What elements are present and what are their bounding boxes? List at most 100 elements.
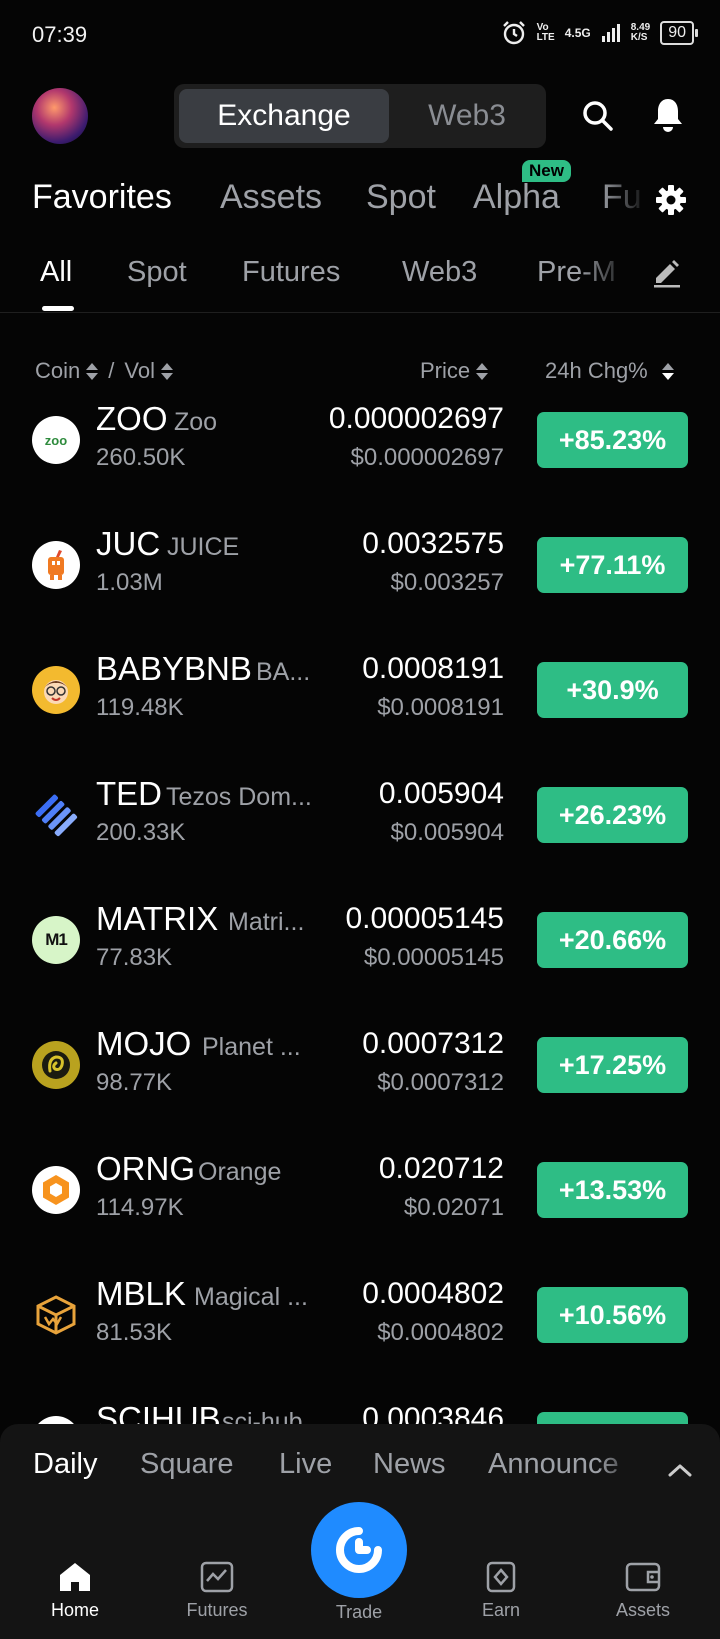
- subtab-futures[interactable]: Futures: [242, 256, 340, 289]
- tabs-fade: [600, 176, 648, 224]
- nav-earn[interactable]: Earn: [446, 1560, 556, 1621]
- mblk-coin-icon: [32, 1291, 80, 1339]
- sort-icon: [160, 362, 173, 380]
- search-icon[interactable]: [578, 96, 618, 136]
- col-header-change[interactable]: 24h Chg%: [545, 358, 674, 384]
- zoo-coin-icon: zoo: [32, 416, 80, 464]
- coin-name: Matri...: [228, 908, 305, 936]
- coin-price: 0.020712: [378, 1152, 504, 1185]
- list-item[interactable]: JUC JUICE 1.03M 0.0032575 $0.003257 +77.…: [0, 521, 720, 646]
- change-badge: +20.66%: [537, 912, 688, 968]
- coin-symbol: BABYBNB: [96, 650, 252, 687]
- change-badge: +10.56%: [537, 1287, 688, 1343]
- nav-label: Futures: [186, 1600, 248, 1620]
- coin-volume: 81.53K: [96, 1319, 173, 1346]
- col-price-label: Price: [420, 358, 471, 383]
- coin-symbol: MATRIX: [96, 900, 219, 937]
- babybnb-coin-icon: [32, 666, 80, 714]
- coin-price: 0.00005145: [345, 902, 505, 935]
- coin-name: Magical ...: [194, 1283, 308, 1311]
- trade-button[interactable]: [311, 1502, 407, 1598]
- list-item[interactable]: ORNG Orange 114.97K 0.020712 $0.02071 +1…: [0, 1146, 720, 1271]
- network-type: 4.5G: [564, 26, 591, 40]
- coin-name: BA...: [256, 658, 311, 686]
- feed-tab-square[interactable]: Square: [140, 1448, 234, 1481]
- coin-price: 0.005904: [378, 777, 504, 810]
- juice-coin-icon: [32, 541, 80, 589]
- feed-tab-news[interactable]: News: [373, 1448, 446, 1481]
- coin-price: 0.0032575: [362, 527, 504, 560]
- wallet-icon: [625, 1562, 661, 1592]
- subtabs-fade: [580, 252, 630, 296]
- list-item[interactable]: TED Tezos Dom... 200.33K 0.005904 $0.005…: [0, 771, 720, 896]
- coin-usd-price: $0.0007312: [377, 1069, 504, 1096]
- chevron-up-icon[interactable]: [664, 1454, 696, 1486]
- change-badge: +17.25%: [537, 1037, 688, 1093]
- col-vol-label: Vol: [124, 358, 155, 383]
- coin-usd-price: $0.0004802: [377, 1319, 504, 1346]
- ted-coin-icon: [32, 791, 80, 839]
- list-item[interactable]: zoo ZOO Zoo 260.50K 0.000002697 $0.00000…: [0, 396, 720, 521]
- nav-home[interactable]: Home: [20, 1560, 130, 1621]
- futures-icon: [200, 1561, 234, 1593]
- coin-price: 0.0004802: [362, 1277, 504, 1310]
- col-header-price[interactable]: Price: [420, 358, 489, 384]
- nav-futures[interactable]: Futures: [162, 1560, 272, 1621]
- change-badge: +13.53%: [537, 1162, 688, 1218]
- change-badge: +30.9%: [537, 662, 688, 718]
- matrix-coin-icon: M1: [32, 916, 80, 964]
- coin-list: zoo ZOO Zoo 260.50K 0.000002697 $0.00000…: [0, 396, 720, 1428]
- coin-price: 0.0008191: [362, 652, 504, 685]
- segment-exchange[interactable]: Exchange: [179, 89, 389, 143]
- subtab-web3[interactable]: Web3: [402, 256, 477, 289]
- earn-icon: [486, 1561, 516, 1593]
- edit-icon[interactable]: [648, 254, 684, 290]
- nav-assets[interactable]: Assets: [588, 1560, 698, 1621]
- bell-icon[interactable]: [648, 94, 688, 134]
- feed-tabs-fade: [598, 1444, 638, 1488]
- sort-icon: [86, 362, 99, 380]
- coin-volume: 114.97K: [96, 1194, 184, 1221]
- tab-favorites[interactable]: Favorites: [32, 178, 172, 217]
- coin-symbol: ORNG: [96, 1150, 195, 1187]
- coin-name: JUICE: [167, 533, 240, 561]
- list-item[interactable]: BABYBNB BA... 119.48K 0.0008191 $0.00081…: [0, 646, 720, 771]
- feed-tab-daily[interactable]: Daily: [33, 1448, 97, 1481]
- col-header-coin-vol[interactable]: Coin / Vol: [35, 358, 173, 384]
- coin-volume: 119.48K: [96, 694, 184, 721]
- nav-label: Home: [50, 1600, 99, 1620]
- coin-symbol: ZOO: [96, 400, 168, 437]
- coin-symbol: MOJO: [96, 1025, 192, 1062]
- tab-assets[interactable]: Assets: [220, 178, 322, 217]
- coin-name: Orange: [198, 1158, 282, 1186]
- orange-coin-icon: [32, 1166, 80, 1214]
- coin-price: 0.0007312: [362, 1027, 504, 1060]
- coin-volume: 260.50K: [96, 444, 186, 471]
- coin-volume: 200.33K: [96, 819, 186, 846]
- status-time: 07:39: [32, 22, 88, 47]
- sort-icon: [661, 362, 674, 380]
- sort-icon: [476, 362, 489, 380]
- volte-indicator: Vo LTE: [536, 22, 555, 43]
- coin-volume: 77.83K: [96, 944, 173, 971]
- signal-icon: [601, 24, 620, 42]
- nav-label: Earn: [481, 1600, 521, 1620]
- coin-name: Zoo: [174, 408, 218, 436]
- coin-price: 0.000002697: [328, 402, 504, 435]
- tab-alpha[interactable]: Alpha: [473, 178, 560, 217]
- alarm-icon: [502, 21, 525, 45]
- list-item[interactable]: M1 MATRIX Matri... 77.83K 0.00005145 $0.…: [0, 896, 720, 1021]
- tab-spot[interactable]: Spot: [366, 178, 436, 217]
- coin-usd-price: $0.0008191: [377, 694, 504, 721]
- home-icon: [60, 1563, 90, 1591]
- avatar[interactable]: [32, 88, 88, 144]
- feed-tab-live[interactable]: Live: [279, 1448, 332, 1481]
- segment-web3[interactable]: Web3: [394, 89, 540, 143]
- coin-usd-price: $0.000002697: [350, 444, 505, 471]
- subtab-spot[interactable]: Spot: [127, 256, 187, 289]
- list-item[interactable]: MBLK Magical ... 81.53K 0.0004802 $0.000…: [0, 1271, 720, 1396]
- net-speed: 8.49 K/S: [630, 22, 651, 43]
- gear-icon[interactable]: [651, 180, 691, 220]
- list-item[interactable]: MOJO Planet ... 98.77K 0.0007312 $0.0007…: [0, 1021, 720, 1146]
- subtab-all[interactable]: All: [40, 256, 72, 289]
